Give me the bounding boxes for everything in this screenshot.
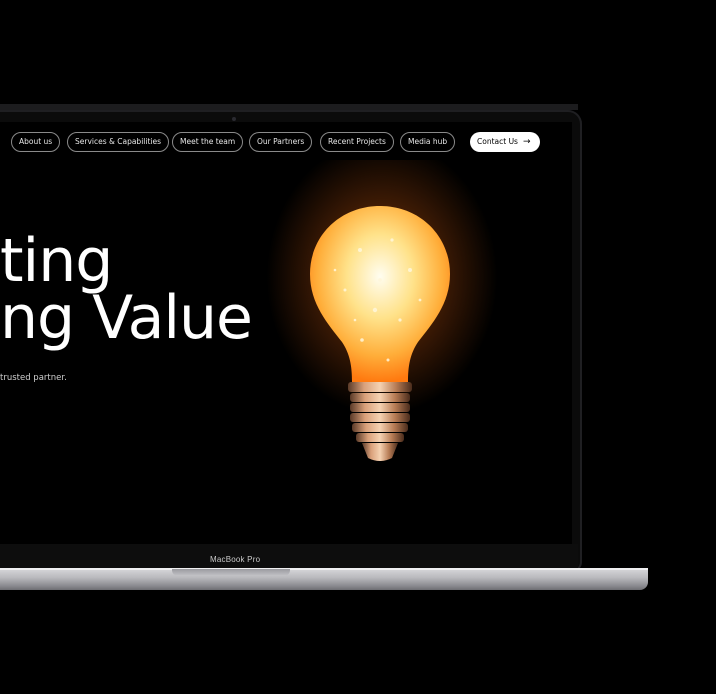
laptop-opening-notch (172, 569, 290, 576)
hero-subtitle: trusted partner. (0, 373, 67, 383)
nav-meet-the-team[interactable]: Meet the team (172, 132, 244, 152)
nav-about-us[interactable]: About us (11, 132, 61, 152)
hero-heading-line-2: ng Value (0, 283, 253, 353)
nav-our-partners[interactable]: Our Partners (249, 132, 313, 152)
laptop-chin (0, 544, 578, 568)
nav-recent-projects[interactable]: Recent Projects (320, 132, 394, 152)
contact-us-button[interactable]: Contact Us → (470, 132, 540, 152)
laptop-base-highlight (0, 568, 648, 570)
nav-services-capabilities[interactable]: Services & Capabilities (67, 132, 169, 152)
top-navigation: About us Services & Capabilities Meet th… (0, 132, 572, 154)
nav-media-hub[interactable]: Media hub (400, 132, 456, 152)
device-label: MacBook Pro (210, 555, 261, 564)
contact-us-label: Contact Us (477, 137, 518, 146)
light-bulb-image (310, 206, 450, 461)
laptop-base (0, 568, 648, 590)
webcam-icon (232, 117, 236, 121)
page: About us Services & Capabilities Meet th… (0, 0, 716, 694)
arrow-right-icon: → (522, 137, 531, 147)
